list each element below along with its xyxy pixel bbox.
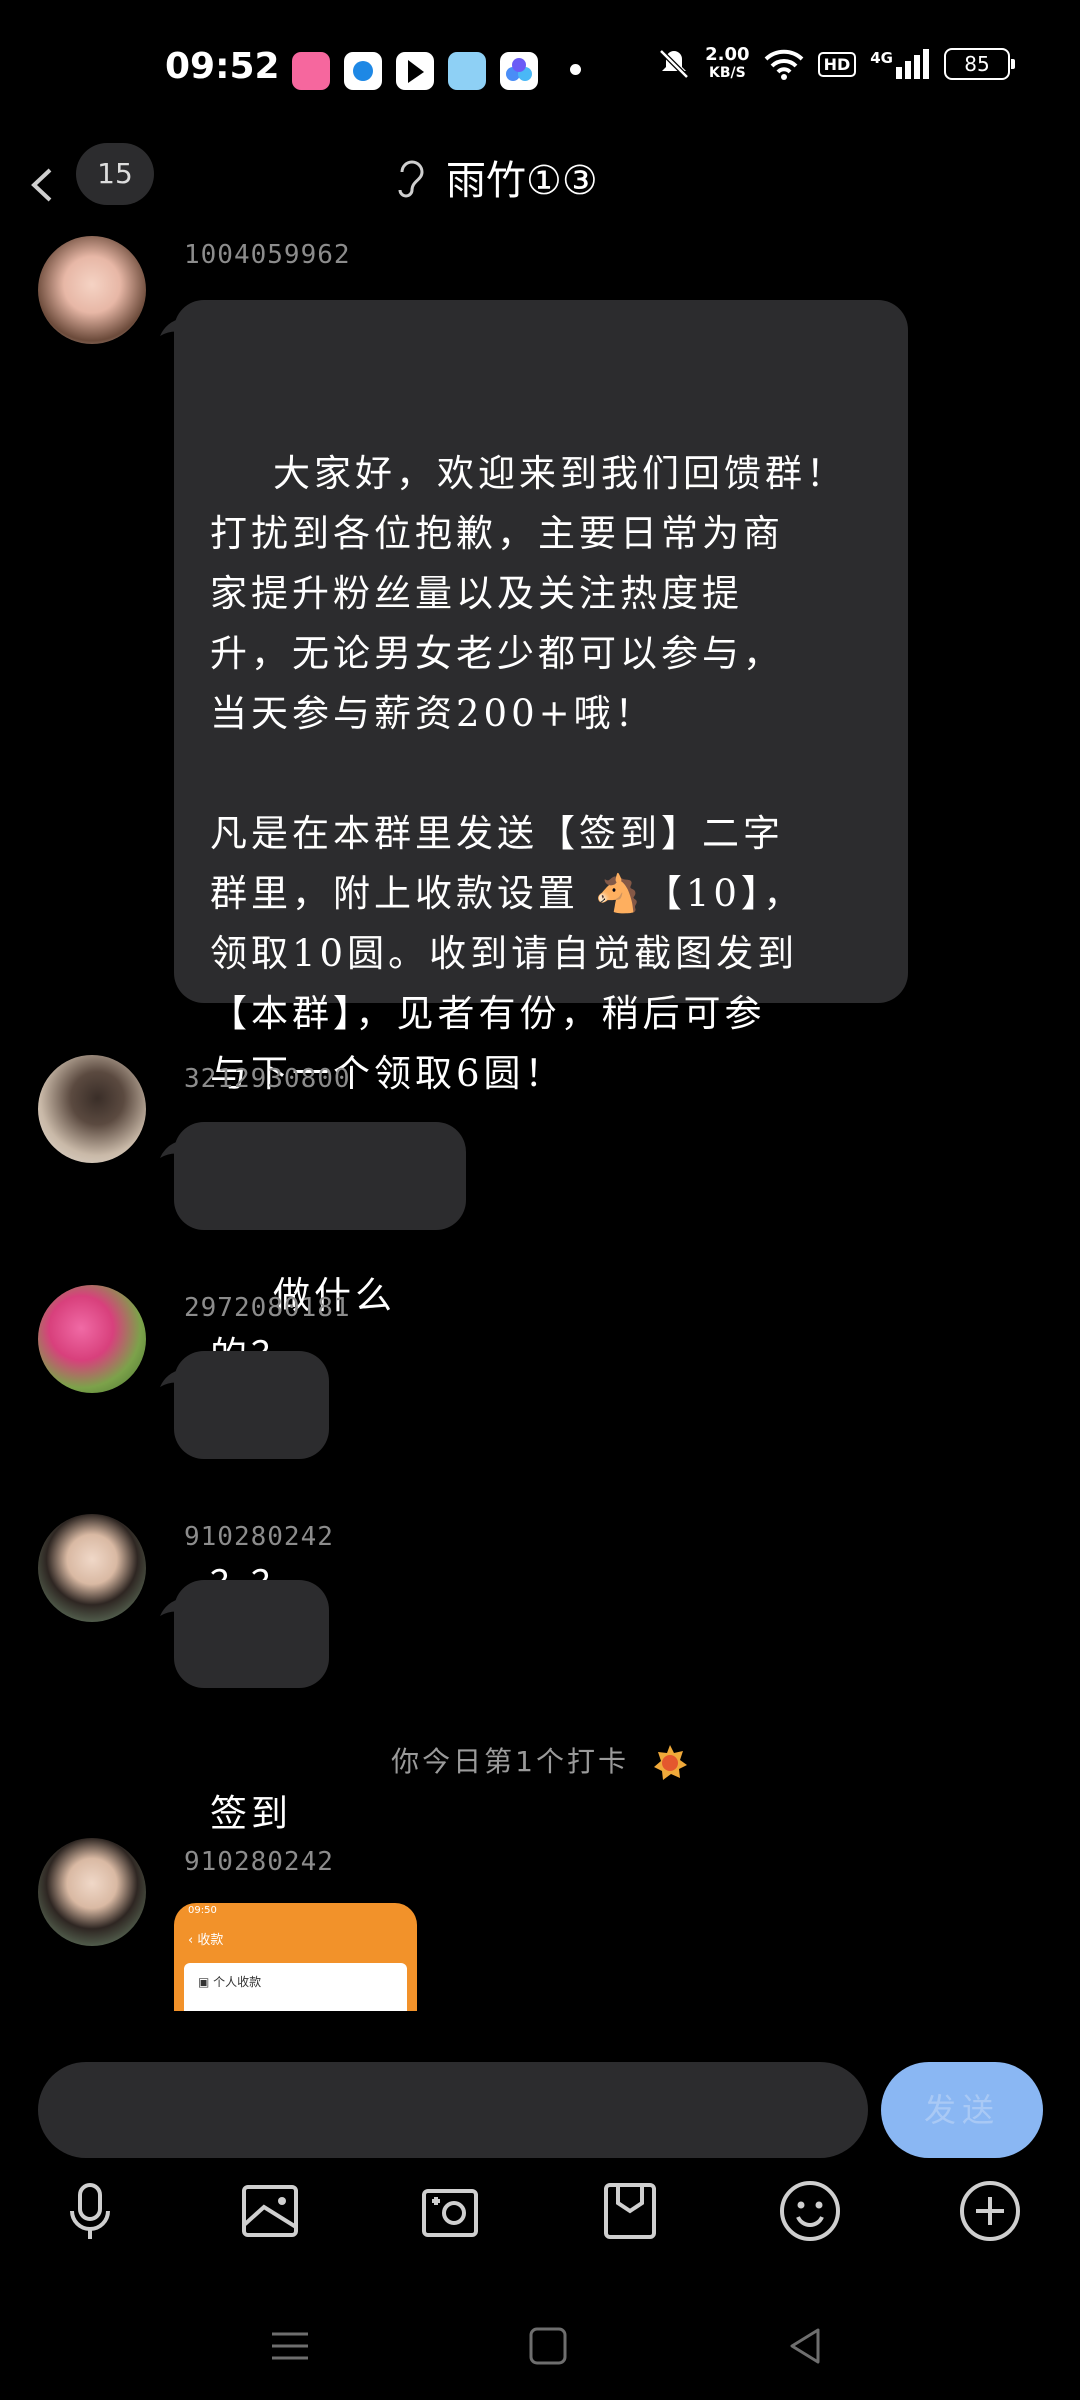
avatar[interactable] [38, 1514, 146, 1622]
message-bubble[interactable]: 大家好，欢迎来到我们回馈群！ 打扰到各位抱歉，主要日常为商 家提升粉丝量以及关注… [160, 300, 908, 1095]
bubble-tail [160, 1369, 182, 1387]
bubble-tail [160, 1140, 182, 1158]
triangle-back-icon [790, 2328, 820, 2364]
home-square-icon [529, 2327, 567, 2365]
message-text: 签到 [210, 1792, 292, 1835]
battery-indicator: 85 [944, 48, 1015, 80]
status-right-group: 2.00 KB/S HD 4G 85 [657, 44, 1015, 82]
sender-id: 910280242 [184, 1522, 334, 1552]
emoji-button[interactable] [774, 2175, 846, 2247]
file-icon [604, 2183, 656, 2239]
home-button[interactable] [520, 2318, 576, 2374]
mute-icon [659, 49, 689, 79]
medal-icon [653, 1745, 687, 1780]
bubble-tail [160, 318, 182, 336]
chevron-left-icon [31, 168, 52, 202]
message-text: 大家好，欢迎来到我们回馈群！ 打扰到各位抱歉，主要日常为商 家提升粉丝量以及关注… [210, 452, 848, 1095]
voice-button[interactable] [54, 2175, 126, 2247]
avatar[interactable] [38, 1285, 146, 1393]
camera-icon [422, 2189, 478, 2237]
thumbnail-status-time: 09:50 [188, 1905, 217, 1916]
checkin-notice-text: 你今日第1个打卡 [391, 1745, 629, 1778]
sender-id: 1004059962 [184, 240, 351, 270]
hd-badge: HD [817, 51, 857, 77]
sender-id: 2972080181 [184, 1293, 351, 1323]
message-bubble[interactable]: 做什么的？ [160, 1122, 466, 1377]
image-message-thumbnail[interactable]: 09:50 ‹ 收款 ▣ 个人收款 [174, 1903, 417, 2011]
earpiece-icon [398, 160, 424, 198]
system-back-button[interactable] [778, 2318, 834, 2374]
chat-title-group[interactable]: 雨竹①③ [392, 148, 598, 206]
message-input[interactable] [38, 2062, 868, 2158]
back-button[interactable] [14, 150, 74, 220]
browser-app-icon [344, 52, 382, 90]
arrow-app-icon [396, 52, 434, 90]
bubble-tail [160, 1598, 182, 1616]
avatar[interactable] [38, 1055, 146, 1163]
emoji-icon [780, 2181, 840, 2241]
thumbnail-nav: ‹ 收款 [188, 1933, 224, 1948]
recents-button[interactable] [262, 2318, 318, 2374]
file-button[interactable] [594, 2175, 666, 2247]
avatar[interactable] [38, 1838, 146, 1946]
status-app-icons [292, 52, 538, 90]
signal-group: 4G [870, 49, 930, 79]
camera-button[interactable] [414, 2175, 486, 2247]
sender-id: 3212930800 [184, 1064, 351, 1094]
thumbnail-card: ▣ 个人收款 [184, 1963, 407, 2011]
image-icon [242, 2185, 298, 2237]
more-button[interactable] [954, 2175, 1026, 2247]
menu-icon [272, 2332, 308, 2360]
status-time: 09:52 [165, 46, 280, 87]
checkin-notice: 你今日第1个打卡 [0, 1740, 1080, 1783]
signal-icon [896, 49, 929, 79]
wifi-icon [764, 49, 803, 80]
rabbit-app-icon [448, 52, 486, 90]
bilibili-app-icon [292, 52, 330, 90]
chat-title: 雨竹①③ [446, 158, 598, 204]
network-speed: 2.00 KB/S [705, 44, 750, 82]
system-nav-bar [0, 2300, 1080, 2400]
avatar[interactable] [38, 236, 146, 344]
notification-dot [570, 64, 581, 75]
message-bubble[interactable]: ？？ [160, 1351, 329, 1606]
send-button[interactable]: 发送 [881, 2062, 1043, 2158]
status-bar: 09:52 2.00 KB/S HD 4G 85 [0, 0, 1080, 140]
image-button[interactable] [234, 2175, 306, 2247]
sender-id: 910280242 [184, 1847, 334, 1877]
chat-toolbar [0, 2175, 1080, 2255]
plus-icon [960, 2181, 1020, 2241]
cloud-app-icon [500, 52, 538, 90]
unread-count-badge[interactable]: 15 [76, 143, 154, 205]
microphone-icon [70, 2183, 110, 2239]
message-bubble[interactable]: 签到 [160, 1580, 329, 1835]
